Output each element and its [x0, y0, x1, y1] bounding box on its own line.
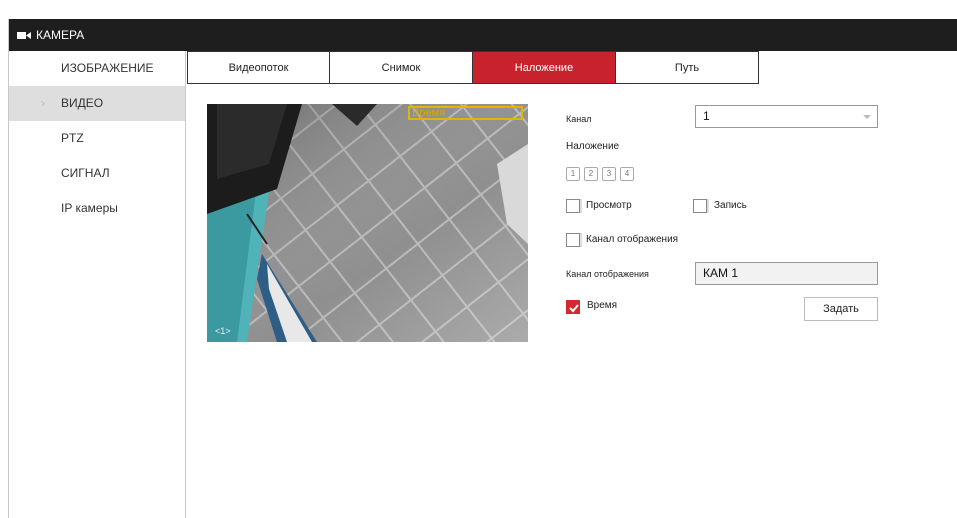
overlay-region-2[interactable]: 2 — [584, 167, 598, 181]
title-bar: КАМЕРА — [9, 19, 957, 51]
tab-snapshot[interactable]: Снимок — [330, 51, 473, 84]
tab-path[interactable]: Путь — [616, 51, 759, 84]
channel-name-input[interactable]: КАМ 1 — [695, 262, 878, 285]
channel-display-label: Канал отображения — [586, 234, 679, 245]
preview-checkbox[interactable] — [566, 199, 582, 213]
camera-settings-window: КАМЕРА ИЗОБРАЖЕНИЕ › ВИДЕО PTZ СИГНАЛ IP … — [8, 19, 957, 518]
channel-display-checkbox[interactable] — [566, 233, 582, 247]
time-label: Время — [587, 300, 618, 311]
sidebar-item-signal[interactable]: СИГНАЛ — [9, 156, 185, 191]
camera-icon — [17, 31, 31, 40]
sidebar: ИЗОБРАЖЕНИЕ › ВИДЕО PTZ СИГНАЛ IP камеры — [9, 51, 186, 518]
record-label: Запись — [714, 200, 747, 211]
channel-name-label: Канал отображения — [566, 269, 649, 279]
window-title: КАМЕРА — [36, 28, 85, 42]
osd-channel-label: <1> — [215, 326, 231, 336]
overlay-region-1[interactable]: 1 — [566, 167, 580, 181]
sidebar-item-ip-cameras[interactable]: IP камеры — [9, 191, 185, 226]
time-checkbox[interactable] — [566, 300, 580, 314]
sidebar-item-image[interactable]: ИЗОБРАЖЕНИЕ — [9, 51, 185, 86]
sidebar-item-label: ВИДЕО — [61, 96, 104, 110]
channel-select-value: 1 — [703, 109, 710, 123]
record-checkbox[interactable] — [693, 199, 709, 213]
sidebar-item-ptz[interactable]: PTZ — [9, 121, 185, 156]
overlay-region-3[interactable]: 3 — [602, 167, 616, 181]
preview-label: Просмотр — [586, 200, 632, 211]
channel-label: Канал — [566, 114, 592, 124]
osd-time-box[interactable]: Время — [408, 106, 523, 120]
check-icon — [569, 304, 579, 313]
sidebar-item-label: СИГНАЛ — [61, 166, 110, 180]
tab-bar: Видеопоток Снимок Наложение Путь — [187, 51, 759, 84]
sidebar-item-label: ИЗОБРАЖЕНИЕ — [61, 61, 154, 75]
sidebar-item-label: IP камеры — [61, 201, 118, 215]
chevron-down-icon — [863, 115, 871, 119]
camera-scene-image — [207, 104, 528, 342]
overlay-region-4[interactable]: 4 — [620, 167, 634, 181]
camera-preview[interactable]: Время <1> — [207, 104, 528, 342]
overlay-label: Наложение — [566, 141, 620, 152]
sidebar-item-label: PTZ — [61, 131, 84, 145]
channel-select[interactable]: 1 — [695, 105, 878, 128]
set-button[interactable]: Задать — [804, 297, 878, 321]
tab-video-stream[interactable]: Видеопоток — [187, 51, 330, 84]
chevron-right-icon: › — [41, 96, 45, 110]
tab-overlay[interactable]: Наложение — [473, 51, 616, 84]
sidebar-item-video[interactable]: › ВИДЕО — [9, 86, 185, 121]
